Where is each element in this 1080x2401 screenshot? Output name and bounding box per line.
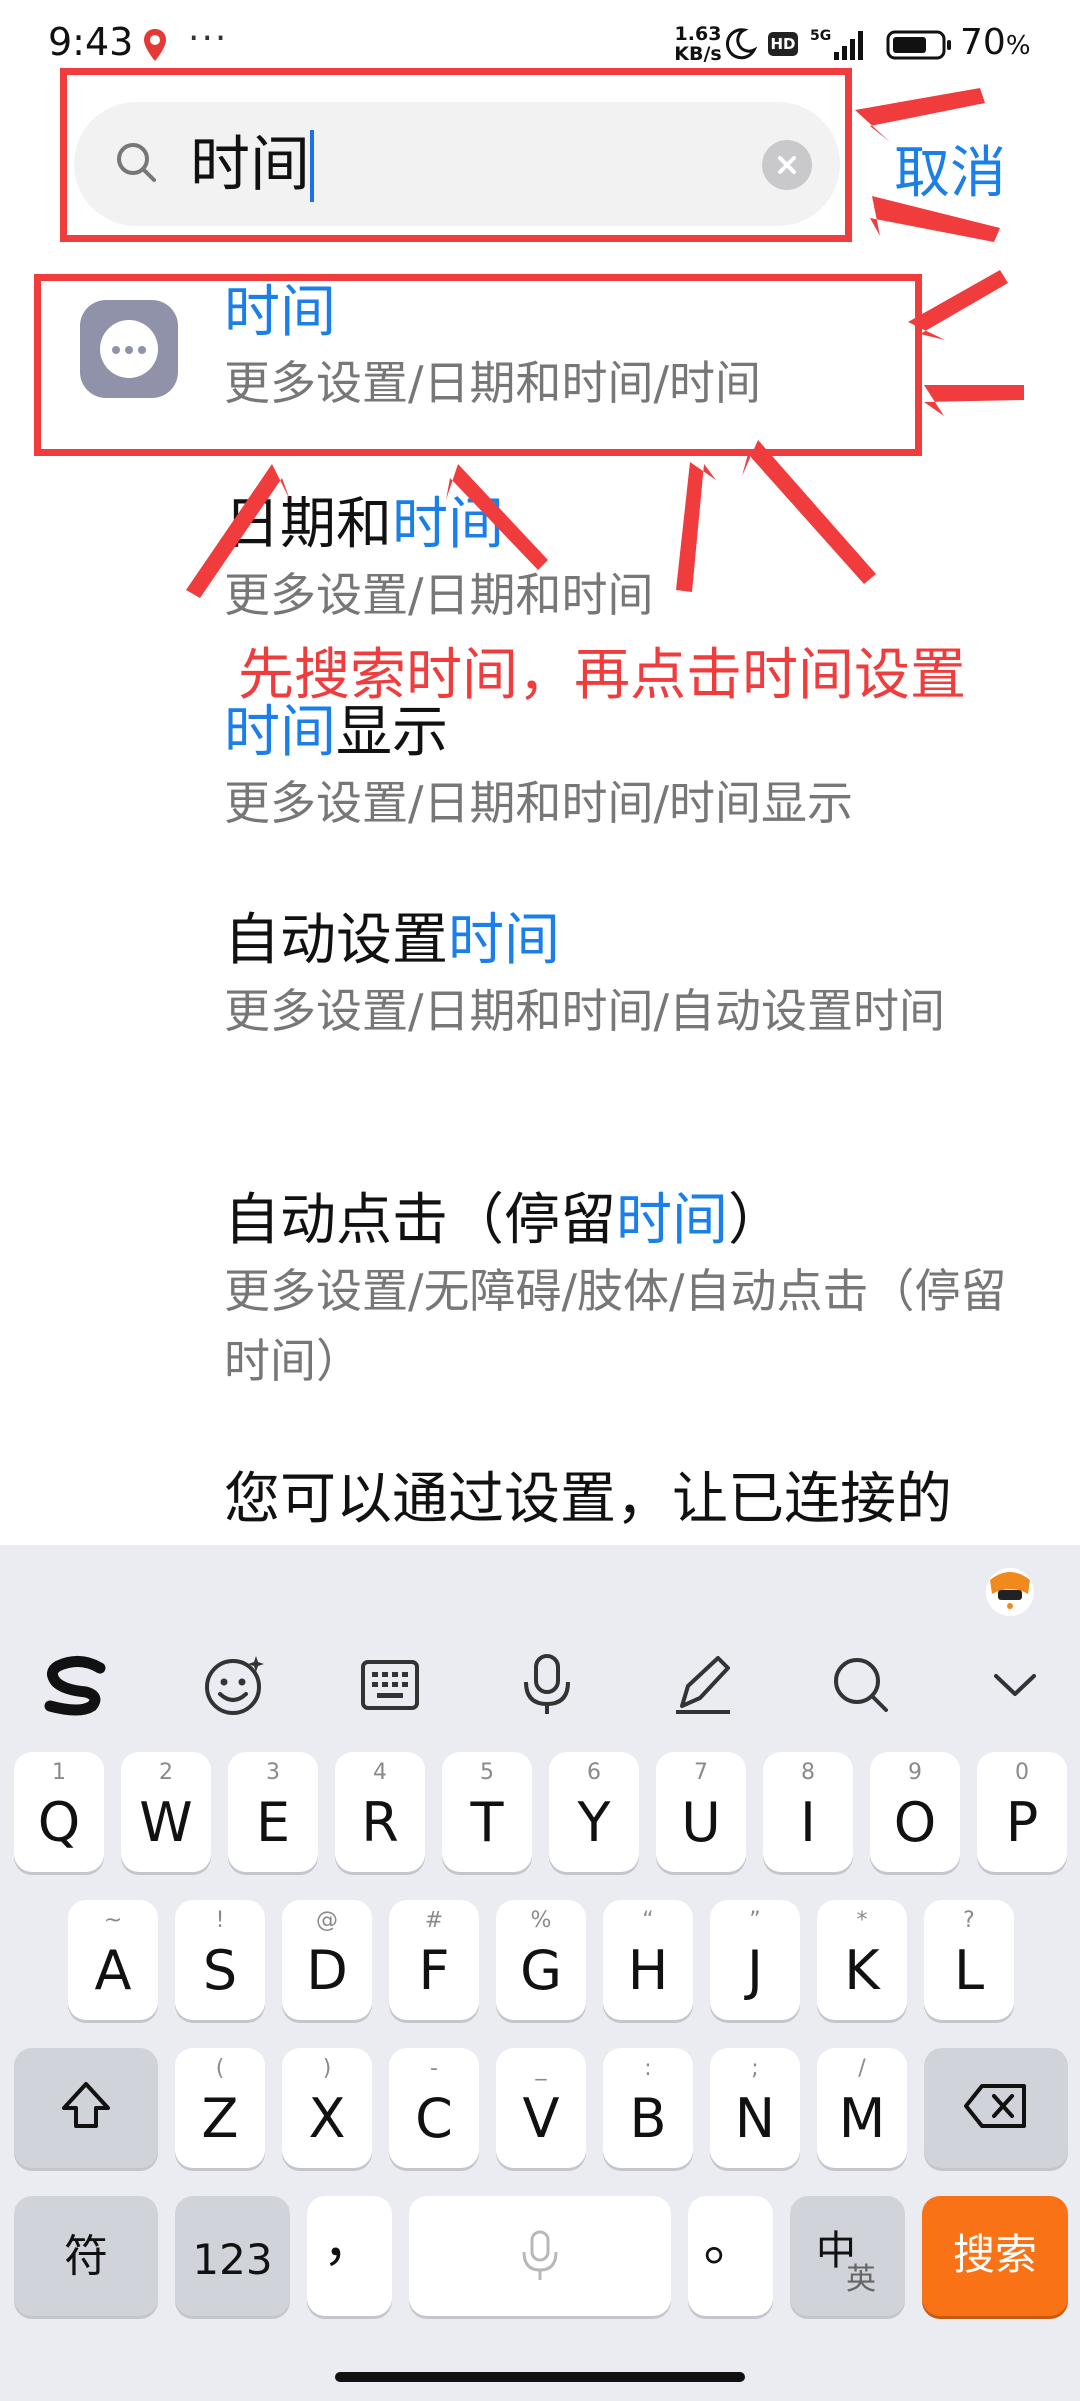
symbol-key[interactable]: 符 <box>14 2196 158 2316</box>
handwriting-icon[interactable] <box>668 1650 738 1720</box>
key-w[interactable]: 2W <box>121 1752 211 1872</box>
key-a[interactable]: ~ A <box>68 1900 158 2020</box>
result-item[interactable]: 您可以通过设置，让已连接的 <box>224 1465 952 1535</box>
key-u[interactable]: 7U <box>656 1752 746 1872</box>
key-y[interactable]: 6Y <box>549 1752 639 1872</box>
result-highlight: 时间 <box>448 908 560 973</box>
hd-voice-icon: HD <box>768 32 798 56</box>
lang-sub: 英 <box>846 2262 876 2297</box>
result-title: 日期和时间 <box>224 492 504 557</box>
result-path: 更多设置/无障碍/肢体/自动点击（停留时间） <box>224 1264 1007 1388</box>
result-item[interactable]: 日期和时间 更多设置/日期和时间 <box>224 490 1080 630</box>
comma-key[interactable]: ， <box>307 2196 392 2316</box>
key-p[interactable]: 0P <box>977 1752 1067 1872</box>
result-highlight: 时间 <box>392 492 504 557</box>
sogou-logo-icon[interactable] <box>40 1650 110 1720</box>
result-item[interactable]: 自动点击（停留时间） 更多设置/无障碍/肢体/自动点击（停留时间） <box>224 1186 1014 1396</box>
chevron-down-icon[interactable] <box>980 1650 1050 1720</box>
search-icon[interactable] <box>826 1650 896 1720</box>
result-item[interactable]: 时间显示 更多设置/日期和时间/时间显示 <box>224 698 1080 838</box>
more-notifications-icon: ··· <box>188 18 229 59</box>
language-switch-key[interactable]: 中 英 <box>790 2196 905 2316</box>
shift-arrow-icon <box>62 2082 110 2128</box>
period-key[interactable]: 。 <box>688 2196 773 2316</box>
backspace-icon <box>964 2084 1026 2128</box>
result-title: 自动设置时间 <box>224 908 560 973</box>
battery-value: 70 <box>960 22 1006 63</box>
key-k[interactable]: * K <box>817 1900 907 2020</box>
key-o[interactable]: 9O <box>870 1752 960 1872</box>
key-r[interactable]: 4R <box>335 1752 425 1872</box>
key-x[interactable]: ) X <box>282 2048 372 2168</box>
key-i[interactable]: 8I <box>763 1752 853 1872</box>
keyboard-icon[interactable] <box>355 1650 425 1720</box>
result-highlight: 时间 <box>616 1188 728 1253</box>
key-f[interactable]: # F <box>389 1900 479 2020</box>
search-key[interactable]: 搜索 <box>922 2196 1068 2316</box>
map-pin-icon <box>144 29 166 61</box>
key-d[interactable]: @ D <box>282 1900 372 2020</box>
assistant-mascot-icon[interactable] <box>980 1560 1040 1620</box>
annotation-box-search <box>60 68 852 242</box>
emoji-icon[interactable] <box>200 1650 270 1720</box>
key-m[interactable]: / M <box>817 2048 907 2168</box>
backspace-key[interactable] <box>924 2048 1068 2168</box>
result-path: 更多设置/日期和时间/自动设置时间 <box>224 984 945 1038</box>
result-item[interactable]: 自动设置时间 更多设置/日期和时间/自动设置时间 <box>224 906 1044 1046</box>
status-time: 9:43 <box>48 20 134 64</box>
result-title: 您可以通过设置，让已连接的 <box>224 1467 952 1532</box>
battery-icon <box>886 30 951 60</box>
key-l[interactable]: ? L <box>924 1900 1014 2020</box>
home-indicator[interactable] <box>335 2372 745 2382</box>
key-n[interactable]: ; N <box>710 2048 800 2168</box>
key-e[interactable]: 3E <box>228 1752 318 1872</box>
do-not-disturb-moon-icon <box>725 28 758 60</box>
key-z[interactable]: (Z <box>175 2048 265 2168</box>
result-path: 更多设置/日期和时间 <box>224 568 654 622</box>
microphone-icon[interactable] <box>512 1650 582 1720</box>
key-c[interactable]: -C <box>389 2048 479 2168</box>
space-key[interactable] <box>409 2196 671 2316</box>
cancel-button[interactable]: 取消 <box>894 128 1006 209</box>
key-s[interactable]: ! S <box>175 1900 265 2020</box>
annotation-box-result <box>34 274 922 456</box>
key-b[interactable]: :B <box>603 2048 693 2168</box>
shift-key[interactable] <box>14 2048 158 2168</box>
key-g[interactable]: % G <box>496 1900 586 2020</box>
battery-unit: % <box>1005 31 1031 61</box>
key-j[interactable]: ” J <box>710 1900 800 2020</box>
key-t[interactable]: 5T <box>442 1752 532 1872</box>
result-title: 自动点击（停留时间） <box>224 1188 784 1253</box>
key-q[interactable]: 1Q <box>14 1752 104 1872</box>
key-h[interactable]: “H <box>603 1900 693 2020</box>
annotation-note: 先搜索时间，再点击时间设置 <box>238 643 966 708</box>
result-path: 更多设置/日期和时间/时间显示 <box>224 776 853 830</box>
key-v[interactable]: _ V <box>496 2048 586 2168</box>
signal-5g-icon: 5G <box>810 28 863 60</box>
network-type: 5G <box>810 28 831 44</box>
battery-percentage: 70% <box>960 22 1031 63</box>
microphone-icon <box>522 2230 558 2280</box>
numbers-key[interactable]: 123 <box>175 2196 290 2316</box>
